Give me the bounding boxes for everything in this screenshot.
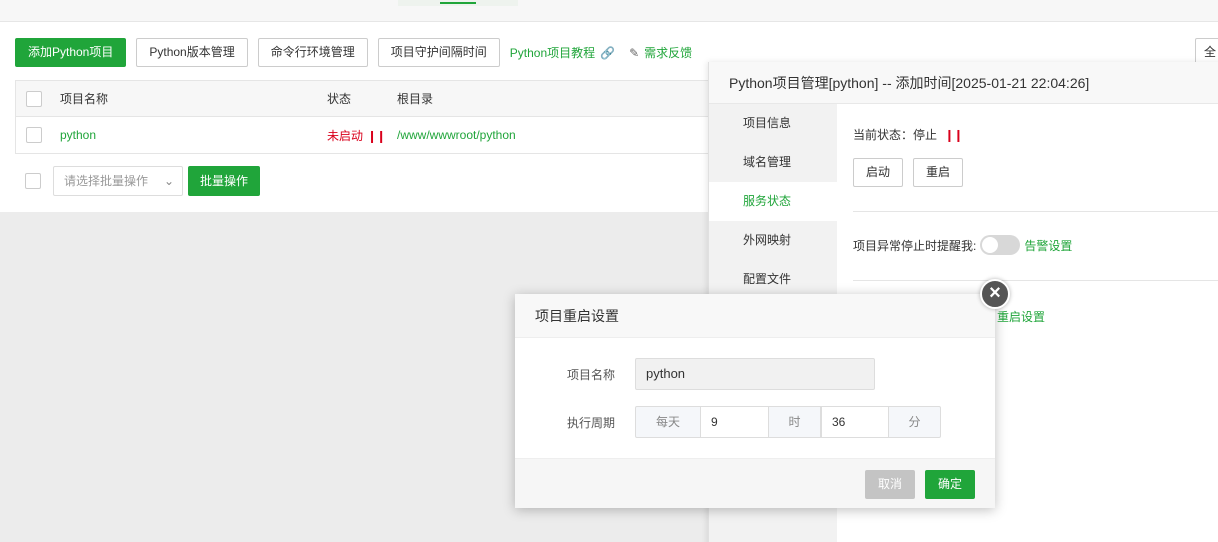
confirm-button[interactable]: 确定 [925,470,975,499]
chevron-down-icon: ⌄ [163,174,174,188]
period-select[interactable]: 每天 [635,406,701,438]
table-header: 项目名称 状态 根目录 [16,81,714,117]
menu-item-project-info[interactable]: 项目信息 [709,104,837,143]
restart-settings-modal: 项目重启设置 × 项目名称 python 执行周期 每天 9 时 36 分 取消… [515,279,1010,508]
project-name-link[interactable]: python [60,128,96,142]
link-icon: 🔗 [600,45,616,60]
feedback-link[interactable]: ✎ 需求反馈 [629,44,692,61]
alert-row: 项目异常停止时提醒我: 告警设置 [853,235,1072,255]
cli-env-manage-button[interactable]: 命令行环境管理 [257,38,368,67]
project-table: 项目名称 状态 根目录 python 未启动 ❙❙ /www/wwwroot/py… [15,80,715,154]
header-root: 根目录 [397,92,434,106]
modal-footer: 取消 确定 [515,458,995,508]
alert-label: 项目异常停止时提醒我: [853,238,977,253]
alert-toggle[interactable] [980,235,1021,255]
project-name-input[interactable]: python [635,358,875,390]
header-name: 项目名称 [60,92,109,106]
toolbar: 添加Python项目 Python版本管理 命令行环境管理 项目守护间隔时间 P… [15,38,706,67]
root-dir-link[interactable]: /www/wwwroot/python [397,128,516,142]
name-row: 项目名称 [515,358,615,390]
tutorial-link-label: Python项目教程 [509,46,596,60]
alert-settings-link[interactable]: 告警设置 [1024,237,1072,254]
menu-item-domain[interactable]: 域名管理 [709,143,837,182]
cycle-row: 执行周期 [515,406,615,438]
batch-checkbox[interactable] [25,173,41,189]
hour-unit: 时 [768,406,821,438]
row-checkbox[interactable] [26,127,42,143]
select-all-checkbox[interactable] [26,90,42,107]
modal-title: 项目重启设置 [515,294,995,338]
divider [853,211,1218,212]
status-text: 未启动 [327,128,364,143]
top-tab-strip [0,0,1218,22]
pause-icon: ❙❙ [367,128,386,143]
restart-settings-link[interactable]: 重启设置 [997,308,1045,325]
project-panel-title: Python项目管理[python] -- 添加时间[2025-01-21 22… [709,62,1218,104]
cycle-inputs: 每天 9 时 36 分 [635,406,941,438]
pause-icon: ❙❙ [944,128,963,142]
name-label: 项目名称 [566,367,615,382]
service-buttons: 启动 重启 [853,158,973,187]
python-version-manage-button[interactable]: Python版本管理 [136,38,248,67]
cycle-label: 执行周期 [566,415,615,430]
current-status: 当前状态：停止 ❙❙ [853,126,963,143]
hour-input[interactable]: 9 [701,406,768,438]
menu-item-external-mapping[interactable]: 外网映射 [709,221,837,260]
menu-item-service-status[interactable]: 服务状态 [709,182,837,221]
add-python-project-button[interactable]: 添加Python项目 [15,38,127,67]
current-status-text: 当前状态：停止 [853,128,938,142]
header-status: 状态 [327,92,352,106]
tutorial-link[interactable]: Python项目教程 🔗 [510,44,615,61]
guard-interval-button[interactable]: 项目守护间隔时间 [377,38,500,67]
batch-action-button[interactable]: 批量操作 [188,166,261,196]
start-button[interactable]: 启动 [853,158,904,187]
feedback-link-label: 需求反馈 [644,46,693,60]
cancel-button[interactable]: 取消 [865,470,915,499]
restart-button[interactable]: 重启 [913,158,964,187]
edit-icon: ✎ [629,45,640,60]
table-row: python 未启动 ❙❙ /www/wwwroot/python [16,117,714,153]
active-tab-indicator [398,0,518,6]
close-icon[interactable]: × [980,279,1010,309]
divider [853,280,1218,281]
minute-unit: 分 [888,406,941,438]
batch-bar: 请选择批量操作 ⌄ 批量操作 [25,166,261,196]
batch-select-placeholder: 请选择批量操作 [64,174,149,188]
batch-select[interactable]: 请选择批量操作 ⌄ [53,166,183,196]
minute-input[interactable]: 36 [821,406,888,438]
status-cell[interactable]: 未启动 ❙❙ [327,127,386,144]
